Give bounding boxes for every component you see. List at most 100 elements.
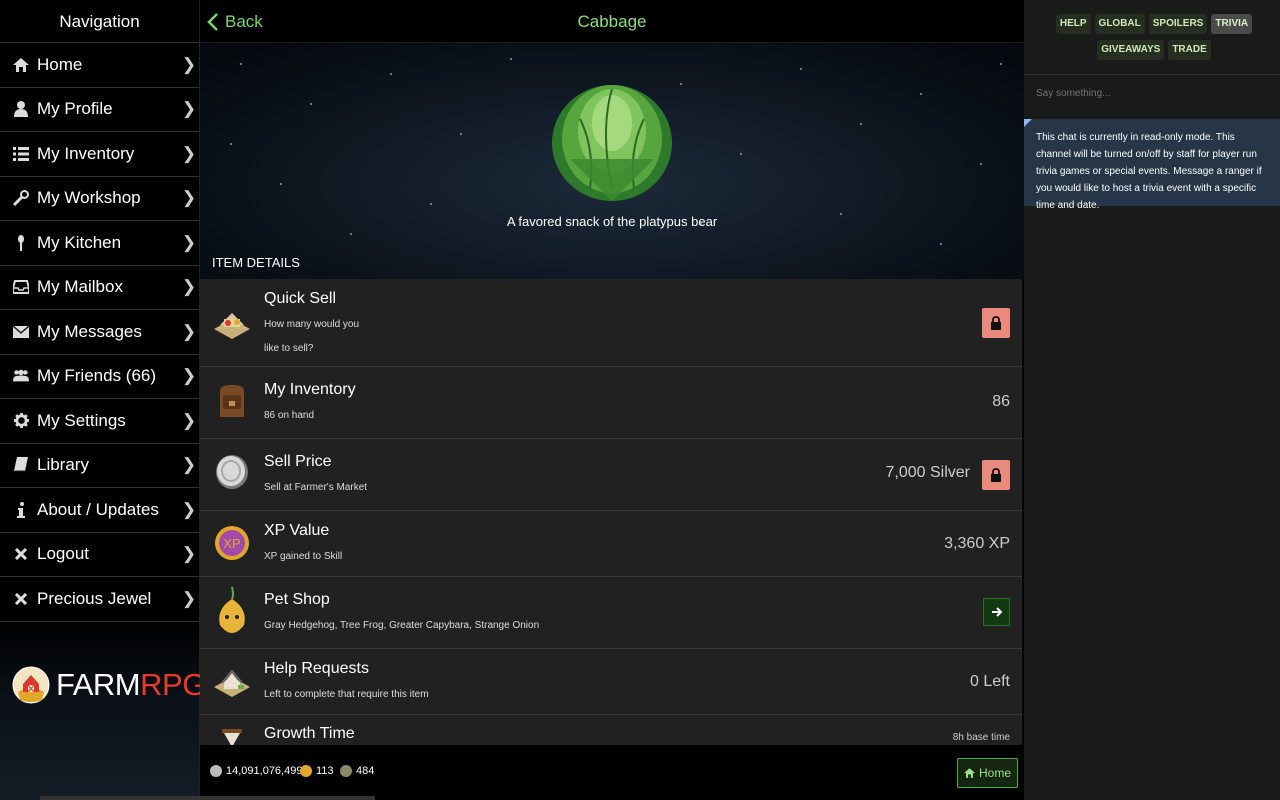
backpack-icon [220, 385, 244, 417]
sell-price-lock-button[interactable] [982, 460, 1010, 490]
chevron-right-icon: ❯ [181, 232, 197, 252]
back-button[interactable]: Back [207, 0, 263, 43]
tab-trade[interactable]: TRADE [1168, 40, 1211, 60]
main-content: Back Cabbage A favored snack of the plat… [200, 0, 1024, 800]
detail-row-xp-value: XP XP Value XP gained to Skill 3,360 XP [200, 511, 1022, 577]
nav-item-label: Logout [37, 544, 89, 564]
nav-item-logout[interactable]: Logout ❯ [0, 533, 199, 577]
nav-item-home[interactable]: Home ❯ [0, 43, 199, 88]
silver-balance: 14,091,076,499 [210, 765, 302, 777]
detail-row-sell-price: Sell Price Sell at Farmer's Market 7,000… [200, 439, 1022, 511]
xp-value: 3,360 XP [944, 535, 1010, 552]
nav-item-library[interactable]: Library ❯ [0, 444, 199, 488]
x-icon [13, 546, 29, 562]
tab-giveaways[interactable]: GIVEAWAYS [1097, 40, 1165, 60]
nav-item-settings[interactable]: My Settings ❯ [0, 399, 199, 444]
nav-item-about[interactable]: About / Updates ❯ [0, 488, 199, 533]
friends-icon [13, 368, 29, 384]
detail-row-inventory: My Inventory 86 on hand 86 [200, 367, 1022, 439]
cabbage-image [552, 85, 672, 201]
item-hero: A favored snack of the platypus bear ITE… [200, 43, 1024, 279]
home-icon [963, 768, 975, 778]
farmrpg-logo[interactable]: FARMRPG™ [12, 662, 214, 708]
nav-item-precious-jewel[interactable]: Precious Jewel ❯ [0, 577, 199, 622]
detail-row-pet-shop[interactable]: Pet Shop Gray Hedgehog, Tree Frog, Great… [200, 577, 1022, 649]
spoon-icon [13, 234, 29, 251]
svg-text:XP: XP [223, 536, 240, 551]
chevron-right-icon: ❯ [181, 410, 197, 430]
help-requests-value: 0 Left [969, 673, 1010, 690]
tab-trivia[interactable]: TRIVIA [1211, 14, 1253, 34]
page-title: Cabbage [577, 12, 647, 31]
detail-subtitle: How many would you [264, 319, 360, 330]
x-icon [13, 591, 29, 607]
nav-item-inventory[interactable]: My Inventory ❯ [0, 132, 199, 177]
nav-header: Navigation [0, 0, 199, 43]
nav-item-kitchen[interactable]: My Kitchen ❯ [0, 221, 199, 266]
detail-subtitle: like to sell? [264, 343, 314, 354]
section-label: ITEM DETAILS [212, 255, 300, 270]
detail-title: Growth Time [264, 725, 355, 742]
chevron-right-icon: ❯ [181, 588, 197, 608]
detail-row-help-requests: Help Requests Left to complete that requ… [200, 649, 1022, 715]
chevron-right-icon: ❯ [181, 366, 197, 386]
nav-item-label: Library [37, 455, 89, 475]
chevron-right-icon: ❯ [181, 455, 197, 475]
gold-coin-icon [300, 765, 312, 777]
nav-item-label: My Friends (66) [37, 366, 157, 386]
info-icon [13, 501, 29, 518]
detail-title: Quick Sell [264, 290, 337, 307]
nav-item-label: My Inventory [37, 143, 135, 163]
detail-title: XP Value [264, 522, 330, 539]
inventory-count: 86 [992, 393, 1010, 410]
nav-item-label: Home [37, 54, 83, 74]
detail-title: Help Requests [264, 660, 369, 677]
chevron-right-icon: ❯ [181, 321, 197, 341]
currency-icon [340, 765, 352, 777]
top-bar: Back Cabbage [200, 0, 1024, 43]
home-button[interactable]: Home [956, 758, 1018, 788]
chat-input[interactable] [1036, 88, 1266, 99]
nav-item-workshop[interactable]: My Workshop ❯ [0, 177, 199, 221]
lock-icon [991, 316, 1001, 330]
nav-item-label: My Kitchen [37, 232, 122, 252]
nav-item-label: My Settings [37, 410, 126, 430]
detail-row-quick-sell: Quick Sell How many would you like to se… [200, 279, 1022, 367]
nav-item-friends[interactable]: My Friends (66) ❯ [0, 355, 199, 399]
inbox-icon [13, 279, 29, 295]
book-icon [13, 457, 29, 473]
tab-help[interactable]: HELP [1055, 14, 1091, 34]
tab-global[interactable]: GLOBAL [1094, 14, 1145, 34]
item-details-list: Quick Sell How many would you like to se… [200, 279, 1022, 745]
pet-shop-go-button[interactable] [983, 598, 1010, 626]
nav-item-messages[interactable]: My Messages ❯ [0, 310, 199, 355]
item-description: A favored snack of the platypus bear [506, 214, 718, 229]
logo-wordmark: FARMRPG™ [56, 667, 214, 702]
horizontal-scrollbar[interactable] [40, 796, 375, 800]
list-icon [13, 146, 29, 162]
nav-item-label: My Workshop [37, 188, 141, 208]
nav-item-label: My Mailbox [37, 277, 123, 297]
home-icon [13, 57, 29, 73]
detail-subtitle: Left to complete that require this item [264, 689, 429, 700]
detail-subtitle: Gray Hedgehog, Tree Frog, Greater Capyba… [264, 620, 540, 631]
quick-sell-lock-button[interactable] [982, 308, 1010, 338]
detail-subtitle: Sell at Farmer's Market [264, 482, 368, 493]
user-icon [13, 101, 29, 118]
gold-balance: 113 [300, 765, 334, 777]
chevron-right-icon: ❯ [181, 143, 197, 163]
nav-item-mailbox[interactable]: My Mailbox ❯ [0, 266, 199, 310]
nav-item-profile[interactable]: My Profile ❯ [0, 88, 199, 132]
lock-icon [991, 468, 1001, 482]
chat-notice-text: This chat is currently in read-only mode… [1036, 132, 1262, 211]
side-navigation: Navigation Home ❯ My Profile ❯ My Invent… [0, 0, 214, 800]
hourglass-icon [222, 729, 242, 745]
sell-price-value: 7,000 Silver [885, 464, 971, 481]
chevron-right-icon: ❯ [181, 54, 197, 74]
detail-title: Pet Shop [264, 591, 330, 608]
tab-spoilers[interactable]: SPOILERS [1148, 14, 1208, 34]
detail-title: Sell Price [264, 453, 332, 470]
quick-sell-icon [214, 313, 250, 339]
xp-icon: XP [215, 526, 249, 560]
wrench-icon [13, 190, 29, 207]
